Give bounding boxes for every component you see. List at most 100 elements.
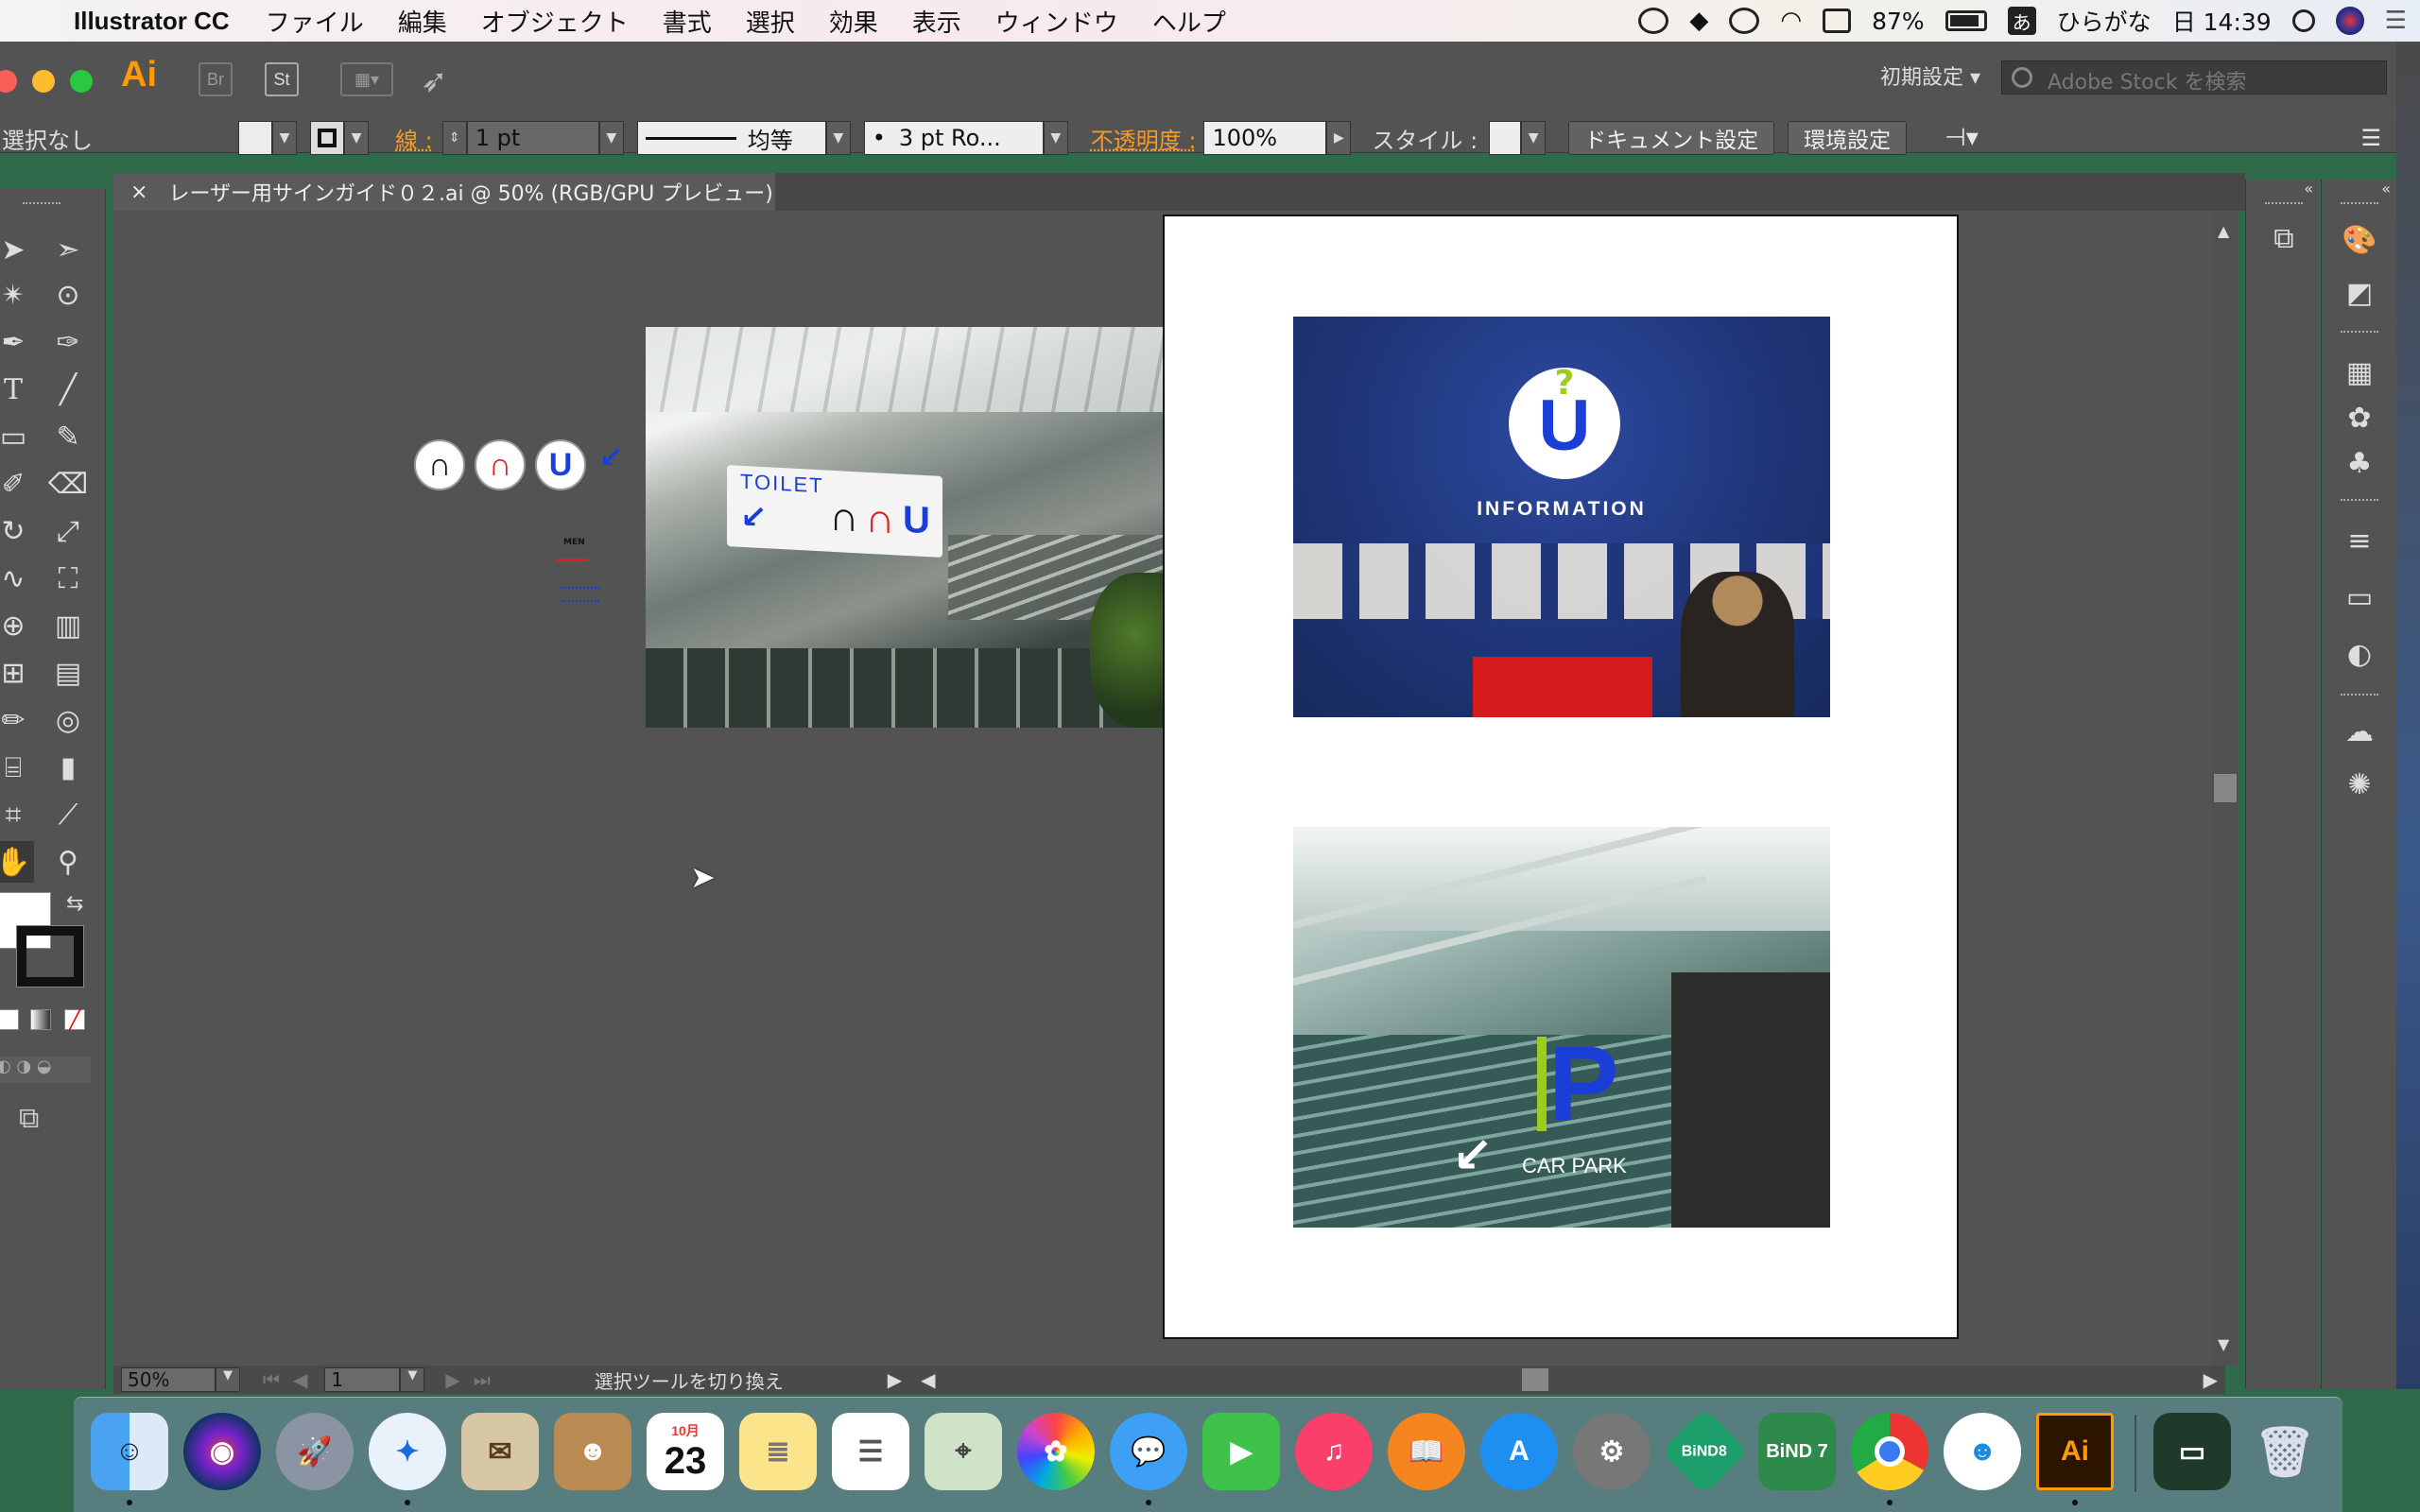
ibooks-icon[interactable]: 📖 xyxy=(1388,1413,1465,1490)
chrome-icon[interactable] xyxy=(1851,1413,1928,1490)
dropbox-icon[interactable]: ◆ xyxy=(1689,7,1708,35)
swatches-panel-icon[interactable]: ▦ xyxy=(2341,353,2378,391)
artboards-panel-icon[interactable]: ⧉ xyxy=(2265,219,2303,257)
illustrator-dock-icon[interactable]: Ai xyxy=(2036,1413,2114,1490)
stock-search-input[interactable]: Adobe Stock を検索 xyxy=(2001,60,2387,94)
variable-width-profile[interactable]: 均等 xyxy=(636,121,826,155)
panel-grip-top[interactable] xyxy=(2341,202,2378,208)
arrow-pictogram-icon[interactable]: ↙ xyxy=(599,441,623,474)
close-tab-icon[interactable]: × xyxy=(130,180,147,204)
document-settings-button[interactable]: ドキュメント設定 xyxy=(1568,121,1775,155)
safari-icon[interactable]: ✦ xyxy=(369,1413,446,1490)
menu-edit[interactable]: 編集 xyxy=(398,4,447,39)
reminders-icon[interactable]: ☰ xyxy=(832,1413,909,1490)
pen-tool-icon[interactable]: ✒ xyxy=(0,321,34,363)
next-artboard-icon[interactable]: ▶ xyxy=(445,1368,459,1391)
menu-type[interactable]: 書式 xyxy=(663,4,712,39)
gradient-panel-icon[interactable]: ▭ xyxy=(2341,578,2378,616)
stroke-panel-icon[interactable]: ≡ xyxy=(2341,522,2378,559)
calendar-icon[interactable]: 10月 23 xyxy=(647,1413,724,1490)
symbols-panel-icon[interactable]: ♣ xyxy=(2341,444,2378,482)
panel-grip[interactable] xyxy=(2265,202,2303,208)
document-tab[interactable]: × レーザー用サインガイド０２.ai @ 50% (RGB/GPU プレビュー) xyxy=(113,173,775,211)
stock-button[interactable]: St xyxy=(265,62,299,96)
clock[interactable]: 日 14:39 xyxy=(2172,4,2272,38)
artboard[interactable]: ? U INFORMATION P ↙ CAR PARK xyxy=(1163,215,1959,1339)
brush-definition[interactable]: • 3 pt Ro... xyxy=(863,121,1044,155)
menu-window[interactable]: ウィンドウ xyxy=(995,4,1118,39)
close-window-button[interactable] xyxy=(0,70,17,93)
ime-icon[interactable]: あ xyxy=(2007,7,2036,35)
information-photo[interactable]: ? U INFORMATION xyxy=(1293,317,1830,717)
siri-icon[interactable] xyxy=(2335,7,2364,35)
messages-icon[interactable]: 💬 xyxy=(1110,1413,1187,1490)
scroll-down-icon[interactable]: ▼ xyxy=(2218,1335,2229,1353)
scroll-thumb[interactable] xyxy=(2214,774,2237,802)
brush-dropdown[interactable]: ▼ xyxy=(1043,121,1068,155)
stroke-weight-stepper[interactable]: ⇕ xyxy=(441,121,467,155)
menu-effect[interactable]: 効果 xyxy=(829,4,878,39)
panel-grip-3[interactable] xyxy=(2341,499,2378,505)
hand-tool-icon[interactable]: ✋ xyxy=(0,841,34,883)
shaper-tool-icon[interactable]: ✐ xyxy=(0,463,34,505)
direct-selection-tool-icon[interactable]: ➣ xyxy=(47,229,89,270)
color-panel-icon[interactable]: 🎨 xyxy=(2341,221,2378,259)
collapse-icons-icon[interactable]: « xyxy=(2381,180,2391,198)
swap-fill-stroke-icon[interactable]: ⇆ xyxy=(66,892,83,916)
contacts-icon[interactable]: ☻ xyxy=(554,1413,631,1490)
zoom-dropdown[interactable]: ▼ xyxy=(216,1367,240,1392)
men-pictogram[interactable]: ∩ xyxy=(414,439,465,490)
stroke-label[interactable]: 線 : xyxy=(395,122,433,155)
facetime-icon[interactable]: ▶ xyxy=(1202,1413,1280,1490)
rectangle-tool-icon[interactable]: ▭ xyxy=(0,416,34,457)
fill-dropdown[interactable]: ▼ xyxy=(272,121,297,155)
bind7-icon[interactable]: BiND 7 xyxy=(1758,1413,1836,1490)
zoom-input[interactable]: 50% xyxy=(121,1367,216,1392)
workspace-switcher[interactable]: 初期設定 ▾ xyxy=(1880,60,1980,91)
gpu-performance-icon[interactable]: ➶ xyxy=(421,62,448,100)
panel-grip-4[interactable] xyxy=(2341,694,2378,699)
zoom-tool-icon[interactable]: ⚲ xyxy=(47,841,89,883)
artboard-dropdown[interactable]: ▼ xyxy=(400,1367,425,1392)
eraser-tool-icon[interactable]: ⌫ xyxy=(47,463,89,505)
accessible-pictogram[interactable]: U xyxy=(535,439,586,490)
stroke-weight-dropdown[interactable]: ▼ xyxy=(598,121,624,155)
none-mode-icon[interactable]: ╱ xyxy=(64,1009,85,1030)
menu-select[interactable]: 選択 xyxy=(746,4,795,39)
zoom-window-button[interactable] xyxy=(70,70,93,93)
rotate-tool-icon[interactable]: ↻ xyxy=(0,510,34,552)
screen-mode-icon[interactable]: ⧉ xyxy=(19,1102,39,1135)
shape-builder-tool-icon[interactable]: ⊕ xyxy=(0,605,34,646)
women-pictogram[interactable]: ∩ xyxy=(475,439,526,490)
launchpad-icon[interactable]: 🚀 xyxy=(276,1413,354,1490)
lasso-tool-icon[interactable]: ⊙ xyxy=(47,274,89,316)
free-transform-tool-icon[interactable]: ⛶ xyxy=(47,558,89,599)
menu-file[interactable]: ファイル xyxy=(266,4,364,39)
finder-icon[interactable]: ☺ xyxy=(91,1413,168,1490)
fill-swatch[interactable] xyxy=(238,121,272,155)
paintbrush-tool-icon[interactable]: ✎ xyxy=(47,416,89,457)
h-scroll-thumb[interactable] xyxy=(1522,1368,1548,1391)
warp-tool-icon[interactable]: ∿ xyxy=(0,558,34,599)
menu-help[interactable]: ヘルプ xyxy=(1152,4,1226,39)
eyedropper-tool-icon[interactable]: ✏ xyxy=(0,699,34,741)
mail-icon[interactable]: ✉ xyxy=(461,1413,539,1490)
opacity-label[interactable]: 不透明度 : xyxy=(1091,122,1197,155)
blend-tool-icon[interactable]: ◎ xyxy=(47,699,89,741)
drawing-modes-icon[interactable]: ◐ ◑ ◒ xyxy=(0,1057,91,1083)
profile-dropdown[interactable]: ▼ xyxy=(825,121,851,155)
last-artboard-icon[interactable]: ⏭ xyxy=(474,1368,491,1391)
battery-icon[interactable] xyxy=(1945,10,1987,31)
first-artboard-icon[interactable]: ⏮ xyxy=(263,1368,280,1391)
downloads-stack-icon[interactable]: ▭ xyxy=(2153,1413,2231,1490)
prev-artboard-icon[interactable]: ◀ xyxy=(293,1368,307,1391)
spotlight-icon[interactable] xyxy=(2291,9,2315,32)
opacity-input[interactable]: 100% xyxy=(1203,121,1327,155)
type-tool-icon[interactable]: T xyxy=(0,369,34,410)
graphic-style-dropdown[interactable]: ▼ xyxy=(1521,121,1547,155)
stroke-weight-input[interactable]: 1 pt xyxy=(466,121,599,155)
siri-dock-icon[interactable]: ◉ xyxy=(183,1413,261,1490)
itunes-icon[interactable]: ♫ xyxy=(1295,1413,1373,1490)
brushes-panel-icon[interactable]: ✿ xyxy=(2341,399,2378,437)
gradient-mode-icon[interactable] xyxy=(30,1009,51,1030)
